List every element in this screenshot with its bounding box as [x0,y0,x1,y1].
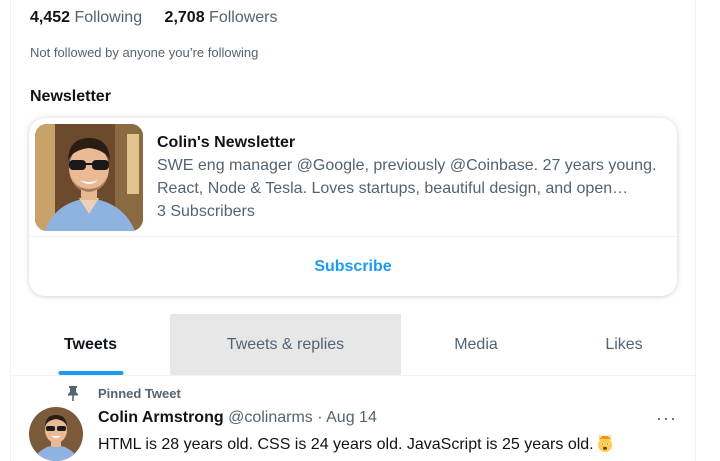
tab-tweets-replies[interactable]: Tweets & replies [170,314,401,375]
followers-link[interactable]: 2,708 Followers [165,9,278,26]
exploding-head-emoji-icon [597,435,612,452]
tab-tweets-label: Tweets [63,335,118,353]
profile-tabs: Tweets Tweets & replies Media Likes [11,314,695,376]
followers-label: Followers [209,9,278,26]
pinned-label: Pinned Tweet [98,385,181,401]
profile-column: 4,452 Following 2,708 Followers Not foll… [10,0,696,461]
not-followed-note: Not followed by anyone you’re following [30,45,259,60]
tweet-text: HTML is 28 years old. CSS is 24 years ol… [98,434,614,454]
active-tab-indicator [58,371,123,375]
following-label: Following [74,9,143,26]
tweet-date[interactable]: Aug 14 [326,409,377,426]
newsletter-subscribers: 3 Subscribers [157,203,255,220]
tweet-separator: · [317,409,323,426]
tab-tweets-replies-label: Tweets & replies [226,335,345,353]
tab-likes[interactable]: Likes [551,314,695,375]
newsletter-heading: Newsletter [30,88,111,105]
follow-stats: 4,452 Following 2,708 Followers [30,9,296,27]
tweet-body: HTML is 28 years old. CSS is 24 years ol… [98,436,594,453]
tweet-author-avatar[interactable] [29,407,83,461]
tweet-author-handle[interactable]: @colinarms [228,409,313,426]
followers-count: 2,708 [164,9,205,26]
newsletter-info[interactable]: Colin's Newsletter SWE eng manager @Goog… [29,118,677,237]
pinned-tweet-indicator: Pinned Tweet [66,385,181,401]
following-count: 4,452 [30,9,71,26]
tab-media[interactable]: Media [401,314,551,375]
following-link[interactable]: 4,452 Following [30,9,147,26]
subscribe-button[interactable]: Subscribe [29,238,677,296]
newsletter-card: Colin's Newsletter SWE eng manager @Goog… [29,118,677,296]
tweet-author-name[interactable]: Colin Armstrong [98,409,224,426]
tab-media-label: Media [454,335,498,353]
tweet-header: Colin Armstrong @colinarms · Aug 14 [98,409,377,427]
more-options-icon[interactable]: ··· [656,408,677,429]
newsletter-description: SWE eng manager @Google, previously @Coi… [157,157,657,197]
newsletter-avatar [35,124,143,231]
tab-tweets[interactable]: Tweets [11,314,170,375]
newsletter-title: Colin's Newsletter [157,134,296,151]
pin-icon [68,386,78,401]
tab-likes-label: Likes [605,335,643,353]
